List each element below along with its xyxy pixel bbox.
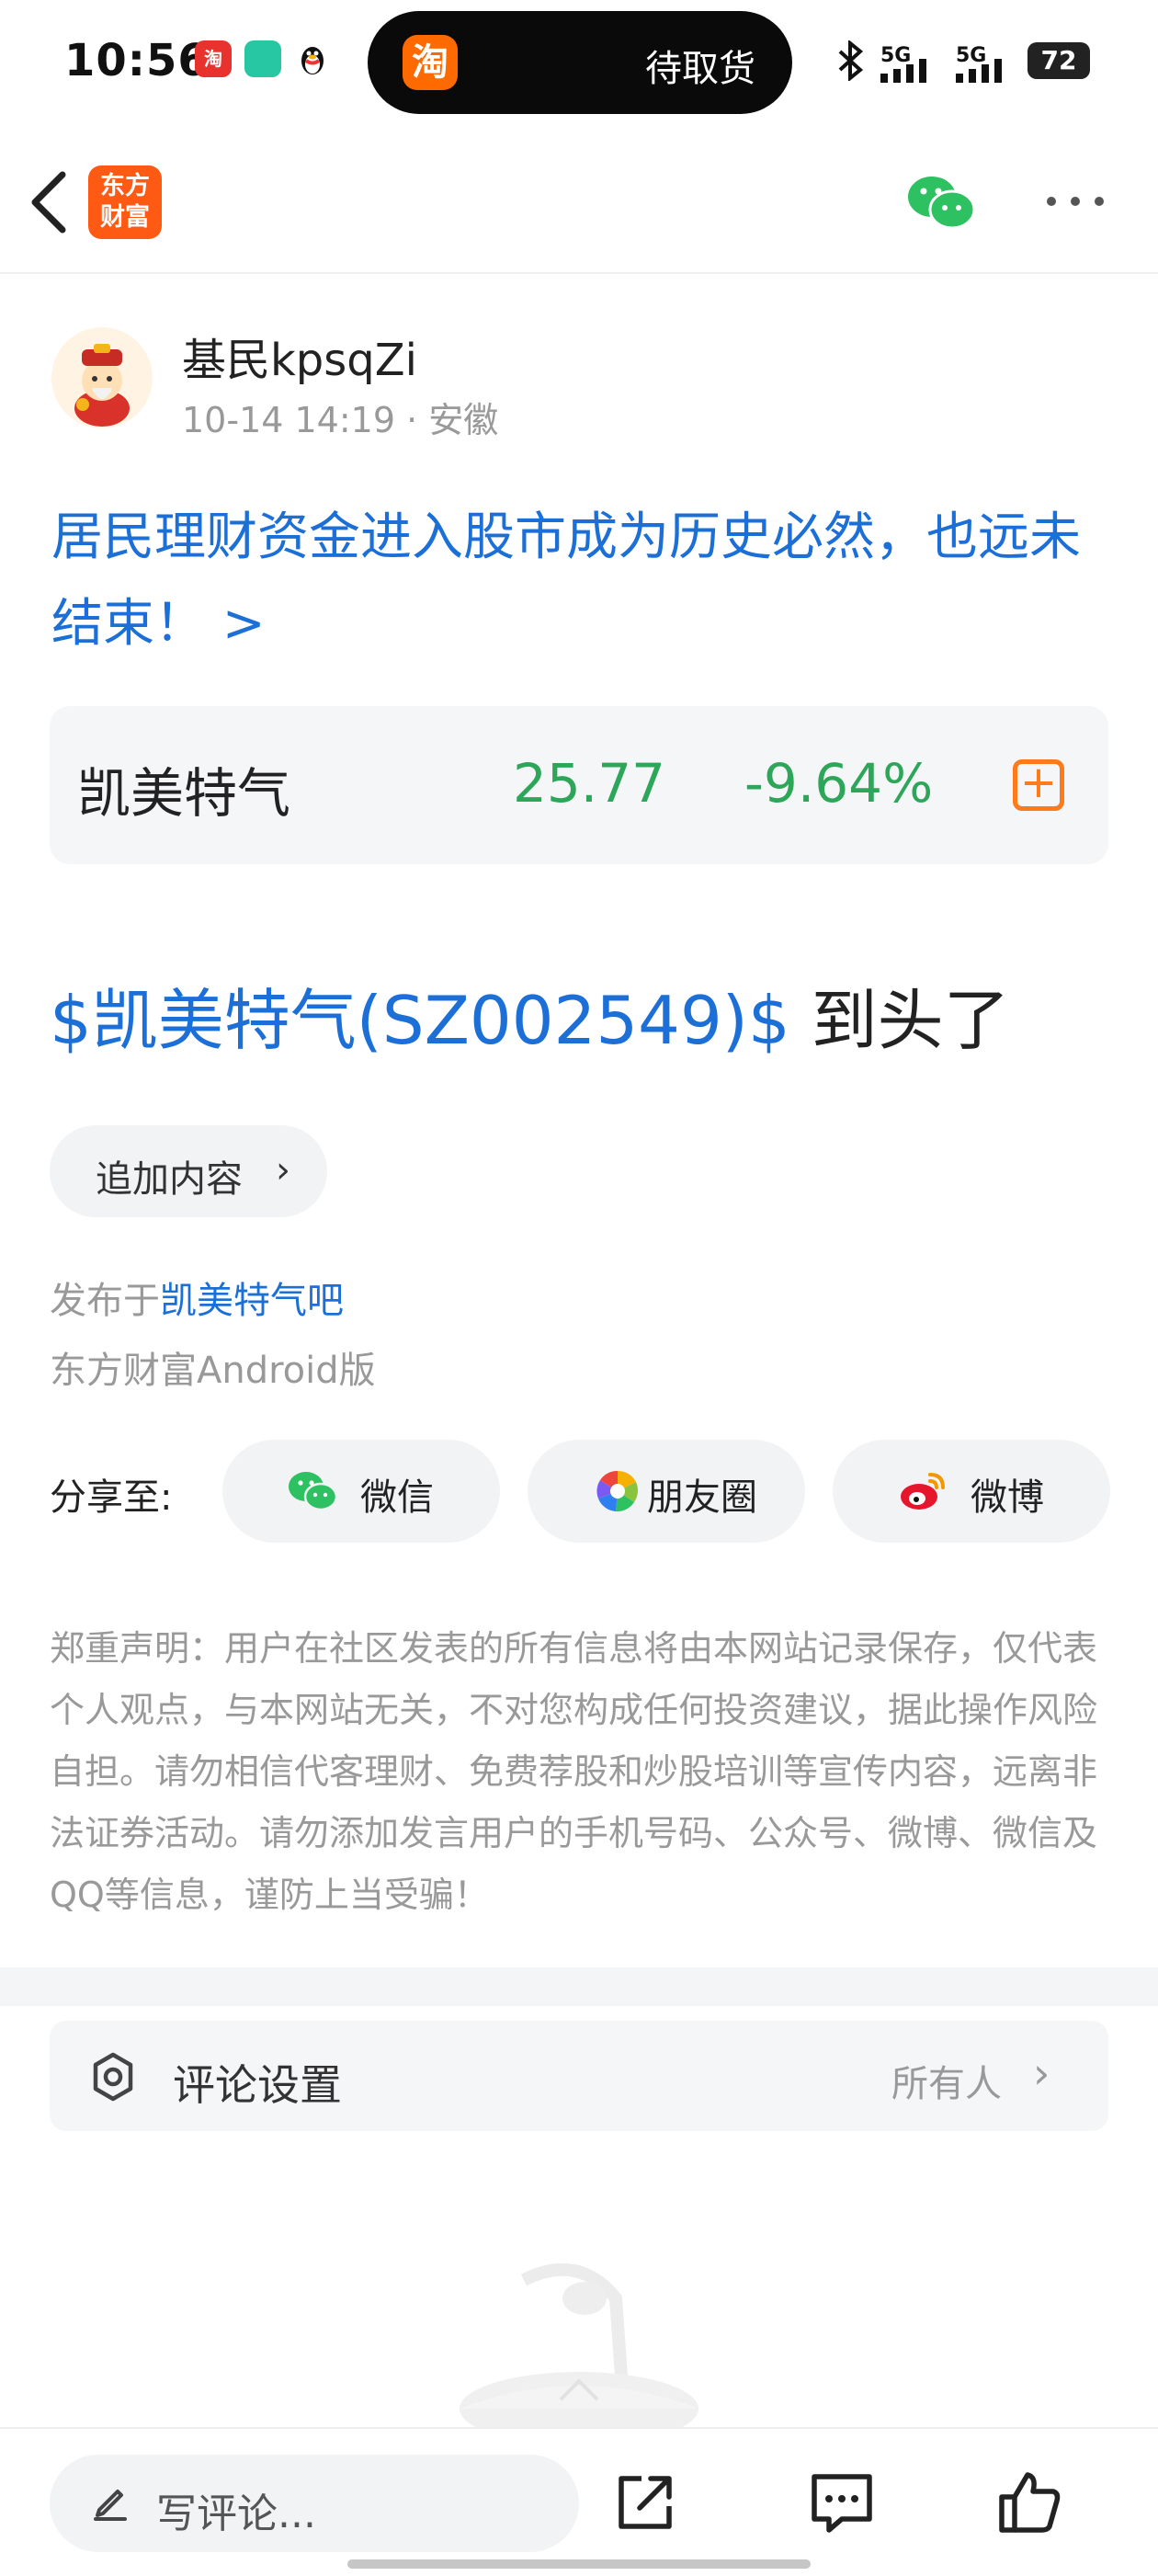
more-button[interactable]	[1039, 178, 1112, 224]
comment-settings-row[interactable]: 评论设置 所有人 ›	[50, 2021, 1108, 2131]
post-body: $凯美特气(SZ002549)$ 到头了	[50, 975, 1010, 1066]
share-weibo-label: 微博	[971, 1476, 1044, 1519]
pen-icon	[94, 2490, 127, 2521]
gear-icon	[93, 2052, 133, 2102]
share-icon	[619, 2476, 672, 2529]
back-button[interactable]	[22, 165, 86, 239]
status-time: 10:56	[64, 35, 210, 86]
share-wechat-button[interactable]: 微信	[222, 1440, 500, 1543]
dynamic-island[interactable]: 淘 待取货	[368, 11, 792, 114]
add-to-watchlist-button[interactable]: +	[1013, 759, 1064, 811]
share-label: 分享至:	[50, 1476, 173, 1519]
author-avatar[interactable]	[51, 327, 153, 428]
more-dots-icon	[1047, 197, 1104, 206]
bottom-action-bar: 写评论...	[0, 2427, 1158, 2576]
published-prefix: 发布于	[50, 1280, 160, 1322]
comment-scope-value: 所有人	[891, 2063, 1002, 2105]
stock-price: 25.77	[513, 752, 666, 815]
chevron-right-icon: ›	[1033, 2048, 1050, 2098]
bluetooth-icon	[833, 39, 869, 83]
status-bar: 10:56 淘 淘 待取货 5G 5G 72	[0, 0, 1158, 124]
thumbs-up-icon	[999, 2472, 1061, 2533]
signal-icon-2	[956, 59, 1018, 83]
comment-button[interactable]	[805, 2466, 879, 2539]
chevron-left-icon	[31, 171, 66, 234]
moments-icon	[596, 1470, 639, 1512]
logo-line-1: 东方	[100, 172, 150, 200]
forum-link[interactable]: 凯美特气吧	[160, 1280, 344, 1322]
logo-line-2: 财富	[100, 203, 150, 232]
stock-quote-card[interactable]: 凯美特气 25.77 -9.64% +	[50, 706, 1108, 864]
published-in: 发布于凯美特气吧	[50, 1271, 344, 1324]
qq-penguin-icon	[294, 40, 331, 77]
taobao-logo-icon: 淘	[403, 35, 458, 90]
island-status-text: 待取货	[645, 48, 755, 90]
wechat-share-button[interactable]	[906, 171, 976, 235]
like-button[interactable]	[993, 2466, 1066, 2539]
comment-input[interactable]: 写评论...	[50, 2455, 579, 2552]
post-meta: 10-14 14:19 · 安徽	[182, 400, 499, 440]
comment-placeholder: 写评论...	[156, 2491, 316, 2537]
comment-settings-label: 评论设置	[173, 2060, 342, 2110]
append-content-button[interactable]: 追加内容 ›	[50, 1125, 327, 1217]
chevron-right-icon: ›	[276, 1149, 290, 1191]
share-moments-button[interactable]: 朋友圈	[528, 1440, 805, 1543]
home-indicator[interactable]	[347, 2559, 811, 2569]
stock-change: -9.64%	[744, 752, 934, 815]
share-weibo-button[interactable]: 微博	[833, 1440, 1110, 1543]
wechat-icon	[908, 177, 976, 230]
empty-comments-illustration	[460, 2263, 698, 2427]
stock-name: 凯美特气	[77, 762, 291, 825]
share-button[interactable]	[608, 2466, 682, 2539]
author-name[interactable]: 基民kpsqZi	[182, 324, 417, 388]
shield-app-icon	[244, 40, 281, 77]
section-divider	[0, 1967, 1158, 2006]
taobao-app-icon: 淘	[195, 40, 232, 77]
disclaimer: 郑重声明：用户在社区发表的所有信息将由本网站记录保存，仅代表个人观点，与本网站无…	[50, 1628, 1098, 1915]
post-title-link[interactable]: 居民理财资金进入股市成为历史必然，也远未结束！ >	[51, 495, 1118, 667]
share-wechat-label: 微信	[360, 1476, 434, 1519]
signal-icon-1	[880, 59, 943, 83]
share-moments-label: 朋友圈	[647, 1476, 757, 1519]
battery-indicator: 72	[1027, 42, 1090, 79]
comment-bubble-icon	[812, 2474, 872, 2533]
post-body-text: 到头了	[789, 982, 1010, 1059]
top-nav-bar: 东方 财富	[0, 138, 1158, 274]
client-info: 东方财富Android版	[50, 1350, 376, 1392]
weibo-icon	[901, 1473, 945, 1510]
wechat-icon	[289, 1472, 338, 1511]
eastmoney-logo: 东方 财富	[88, 165, 162, 239]
stock-tag-link[interactable]: $凯美特气(SZ002549)$	[50, 982, 790, 1059]
append-content-label: 追加内容	[96, 1158, 243, 1201]
